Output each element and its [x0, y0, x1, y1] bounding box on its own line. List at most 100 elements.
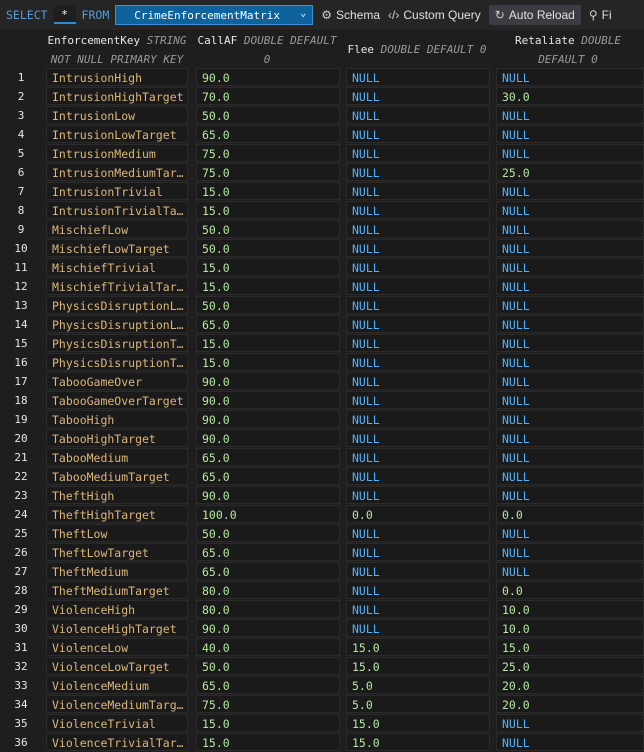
cell-flee[interactable]: NULL [346, 372, 490, 390]
table-row[interactable]: 9 MischiefLow 50.0 NULL NULL [0, 220, 644, 239]
cell-callaf[interactable]: 75.0 [196, 144, 340, 162]
cell-enforcementkey[interactable]: IntrusionTrivial [46, 182, 188, 200]
cell-retaliate[interactable]: NULL [496, 125, 644, 143]
cell-enforcementkey[interactable]: MischiefLowTarget [46, 239, 188, 257]
table-row[interactable]: 2 IntrusionHighTarget 70.0 NULL 30.0 [0, 87, 644, 106]
cell-enforcementkey[interactable]: ViolenceLowTarget [46, 657, 188, 675]
cell-callaf[interactable]: 90.0 [196, 410, 340, 428]
cell-retaliate[interactable]: 25.0 [496, 163, 644, 181]
table-row[interactable]: 3 IntrusionLow 50.0 NULL NULL [0, 106, 644, 125]
cell-callaf[interactable]: 65.0 [196, 543, 340, 561]
table-row[interactable]: 4 IntrusionLowTarget 65.0 NULL NULL [0, 125, 644, 144]
table-row[interactable]: 21 TabooMedium 65.0 NULL NULL [0, 448, 644, 467]
cell-enforcementkey[interactable]: PhysicsDisruptionT… [46, 353, 188, 371]
cell-flee[interactable]: NULL [346, 106, 490, 124]
cell-flee[interactable]: NULL [346, 68, 490, 86]
cell-flee[interactable]: NULL [346, 125, 490, 143]
table-row[interactable]: 30 ViolenceHighTarget 90.0 NULL 10.0 [0, 619, 644, 638]
cell-flee[interactable]: NULL [346, 467, 490, 485]
cell-retaliate[interactable]: NULL [496, 277, 644, 295]
cell-enforcementkey[interactable]: TheftMedium [46, 562, 188, 580]
cell-callaf[interactable]: 90.0 [196, 619, 340, 637]
cell-retaliate[interactable]: 10.0 [496, 600, 644, 618]
cell-flee[interactable]: 15.0 [346, 638, 490, 656]
cell-callaf[interactable]: 90.0 [196, 372, 340, 390]
cell-callaf[interactable]: 65.0 [196, 448, 340, 466]
custom-query-button[interactable]: ‹/› Custom Query [388, 5, 481, 25]
cell-callaf[interactable]: 15.0 [196, 733, 340, 751]
cell-flee[interactable]: NULL [346, 600, 490, 618]
cell-retaliate[interactable]: NULL [496, 334, 644, 352]
cell-retaliate[interactable]: 15.0 [496, 638, 644, 656]
cell-enforcementkey[interactable]: TabooGameOver [46, 372, 188, 390]
cell-enforcementkey[interactable]: TheftLowTarget [46, 543, 188, 561]
cell-flee[interactable]: NULL [346, 87, 490, 105]
cell-callaf[interactable]: 50.0 [196, 296, 340, 314]
cell-enforcementkey[interactable]: MischiefLow [46, 220, 188, 238]
cell-retaliate[interactable]: NULL [496, 106, 644, 124]
column-header-enforcementkey[interactable]: EnforcementKey STRING NOT NULL PRIMARY K… [42, 30, 192, 68]
cell-enforcementkey[interactable]: PhysicsDisruptionL… [46, 296, 188, 314]
cell-retaliate[interactable]: NULL [496, 68, 644, 86]
table-dropdown[interactable]: CrimeEnforcementMatrix ⌄ [115, 5, 314, 25]
cell-retaliate[interactable]: NULL [496, 315, 644, 333]
cell-flee[interactable]: 15.0 [346, 657, 490, 675]
table-row[interactable]: 23 TheftHigh 90.0 NULL NULL [0, 486, 644, 505]
cell-enforcementkey[interactable]: IntrusionLow [46, 106, 188, 124]
cell-callaf[interactable]: 50.0 [196, 524, 340, 542]
table-row[interactable]: 33 ViolenceMedium 65.0 5.0 20.0 [0, 676, 644, 695]
table-row[interactable]: 34 ViolenceMediumTarg… 75.0 5.0 20.0 [0, 695, 644, 714]
cell-flee[interactable]: NULL [346, 163, 490, 181]
column-header-retaliate[interactable]: Retaliate DOUBLE DEFAULT 0 [492, 30, 644, 68]
cell-enforcementkey[interactable]: ViolenceHighTarget [46, 619, 188, 637]
table-row[interactable]: 11 MischiefTrivial 15.0 NULL NULL [0, 258, 644, 277]
cell-retaliate[interactable]: 25.0 [496, 657, 644, 675]
table-row[interactable]: 36 ViolenceTrivialTar… 15.0 15.0 NULL [0, 733, 644, 752]
table-row[interactable]: 20 TabooHighTarget 90.0 NULL NULL [0, 429, 644, 448]
table-row[interactable]: 13 PhysicsDisruptionL… 50.0 NULL NULL [0, 296, 644, 315]
table-row[interactable]: 16 PhysicsDisruptionT… 15.0 NULL NULL [0, 353, 644, 372]
cell-callaf[interactable]: 90.0 [196, 391, 340, 409]
cell-retaliate[interactable]: NULL [496, 448, 644, 466]
cell-callaf[interactable]: 65.0 [196, 467, 340, 485]
cell-retaliate[interactable]: NULL [496, 391, 644, 409]
table-row[interactable]: 29 ViolenceHigh 80.0 NULL 10.0 [0, 600, 644, 619]
cell-callaf[interactable]: 40.0 [196, 638, 340, 656]
table-row[interactable]: 8 IntrusionTrivialTa… 15.0 NULL NULL [0, 201, 644, 220]
cell-enforcementkey[interactable]: TabooHigh [46, 410, 188, 428]
cell-retaliate[interactable]: 20.0 [496, 695, 644, 713]
table-row[interactable]: 14 PhysicsDisruptionL… 65.0 NULL NULL [0, 315, 644, 334]
cell-retaliate[interactable]: NULL [496, 562, 644, 580]
cell-retaliate[interactable]: NULL [496, 429, 644, 447]
cell-callaf[interactable]: 50.0 [196, 657, 340, 675]
cell-enforcementkey[interactable]: ViolenceHigh [46, 600, 188, 618]
cell-flee[interactable]: NULL [346, 258, 490, 276]
cell-retaliate[interactable]: 30.0 [496, 87, 644, 105]
cell-retaliate[interactable]: NULL [496, 486, 644, 504]
cell-enforcementkey[interactable]: IntrusionHighTarget [46, 87, 188, 105]
cell-enforcementkey[interactable]: MischiefTrivial [46, 258, 188, 276]
cell-retaliate[interactable]: NULL [496, 182, 644, 200]
cell-retaliate[interactable]: 0.0 [496, 505, 644, 523]
cell-retaliate[interactable]: NULL [496, 296, 644, 314]
cell-flee[interactable]: 15.0 [346, 714, 490, 732]
cell-callaf[interactable]: 15.0 [196, 201, 340, 219]
cell-retaliate[interactable]: NULL [496, 543, 644, 561]
table-row[interactable]: 5 IntrusionMedium 75.0 NULL NULL [0, 144, 644, 163]
column-selector-input[interactable]: * [53, 6, 76, 24]
cell-retaliate[interactable]: NULL [496, 733, 644, 751]
cell-enforcementkey[interactable]: TabooMediumTarget [46, 467, 188, 485]
cell-retaliate[interactable]: NULL [496, 220, 644, 238]
cell-enforcementkey[interactable]: IntrusionHigh [46, 68, 188, 86]
cell-enforcementkey[interactable]: TheftMediumTarget [46, 581, 188, 599]
cell-flee[interactable]: NULL [346, 448, 490, 466]
cell-flee[interactable]: NULL [346, 334, 490, 352]
cell-flee[interactable]: NULL [346, 429, 490, 447]
cell-callaf[interactable]: 15.0 [196, 182, 340, 200]
cell-retaliate[interactable]: NULL [496, 144, 644, 162]
cell-enforcementkey[interactable]: ViolenceTrivialTar… [46, 733, 188, 751]
cell-callaf[interactable]: 90.0 [196, 429, 340, 447]
cell-enforcementkey[interactable]: MischiefTrivialTar… [46, 277, 188, 295]
column-header-callaf[interactable]: CallAF DOUBLE DEFAULT 0 [192, 30, 342, 68]
table-row[interactable]: 7 IntrusionTrivial 15.0 NULL NULL [0, 182, 644, 201]
